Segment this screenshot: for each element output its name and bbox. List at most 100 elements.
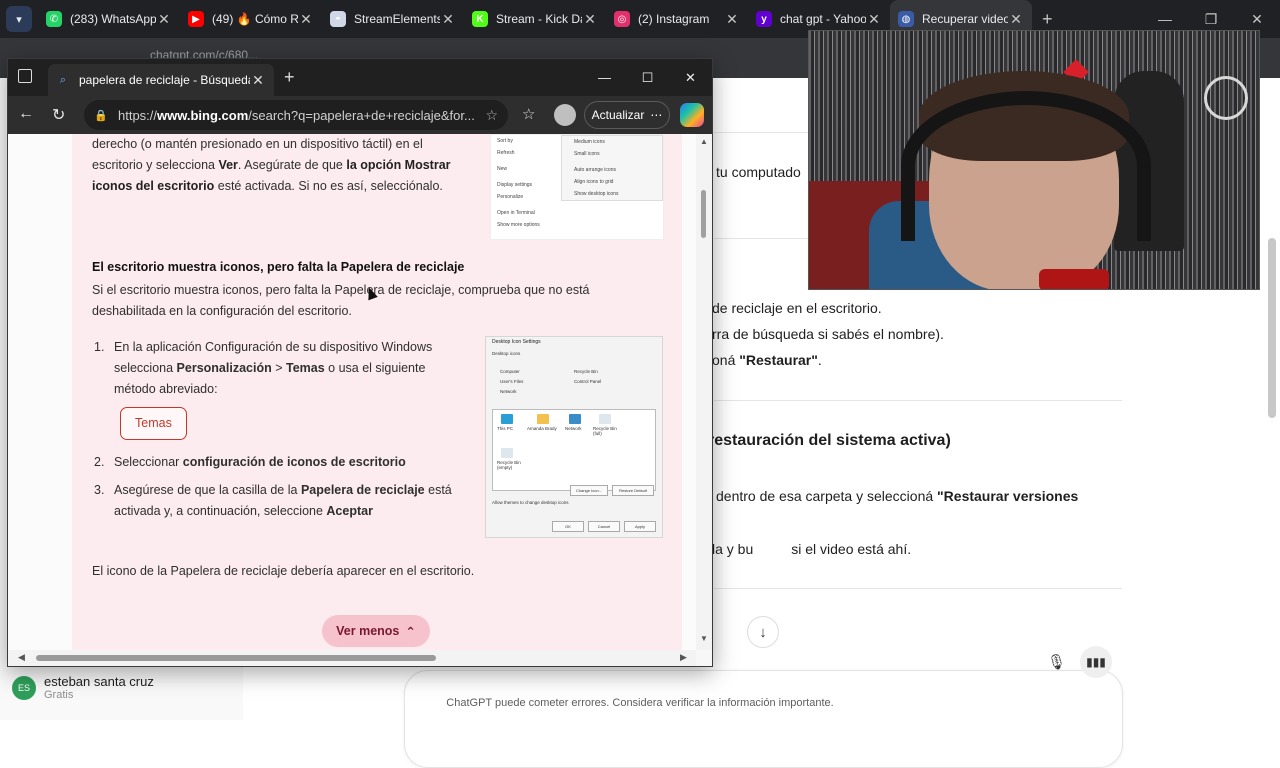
vertical-scrollbar[interactable]: ▲ ▼ xyxy=(696,134,712,650)
close-icon[interactable]: ✕ xyxy=(669,59,712,96)
close-tab-icon[interactable]: ✕ xyxy=(866,11,882,28)
edge-tab-title: papelera de reciclaje - Búsqueda xyxy=(79,73,250,87)
lock-icon: 🔒 xyxy=(94,109,108,122)
menu-item: Align icons to grid xyxy=(574,179,614,185)
address-bar[interactable]: 🔒 https://www.bing.com/search?q=papelera… xyxy=(84,100,508,130)
microphone-icon[interactable]: 🎙 xyxy=(1047,653,1066,671)
profile-avatar[interactable] xyxy=(554,104,576,126)
more-icon: ⋯ xyxy=(650,108,663,122)
dialog-title: Desktop Icon Settings xyxy=(492,339,541,345)
list-item: 2. Seleccionar configuración de iconos d… xyxy=(94,455,406,469)
copilot-icon[interactable] xyxy=(680,103,704,127)
user-name: esteban santa cruz xyxy=(44,674,154,689)
chat-line-3: rra de búsqueda si sabés el nombre). xyxy=(712,326,944,342)
scroll-right-icon[interactable]: ▶ xyxy=(680,652,687,663)
chatgpt-icon: ◍ xyxy=(898,11,914,27)
view-submenu-list: Medium icons Small icons Auto arrange icon… xyxy=(574,136,618,200)
update-label: Actualizar xyxy=(591,108,645,122)
scroll-up-icon[interactable]: ▲ xyxy=(700,137,708,146)
list-item: 1. En la aplicación Configuración de su … xyxy=(94,337,464,450)
chat-line-1: tu computado xyxy=(716,164,801,180)
dialog-label: Recycle Bin xyxy=(574,369,598,374)
close-tab-icon[interactable]: ✕ xyxy=(1008,11,1024,28)
outer-tab[interactable]: K Stream - Kick Da ✕ xyxy=(464,0,606,38)
icon-preview-box: This PC Amanda Brady Network Recycle Bin… xyxy=(492,409,656,491)
folder-icon xyxy=(537,414,549,424)
minimize-icon[interactable]: — xyxy=(583,59,626,96)
outer-tab[interactable]: ◓ StreamElements ✕ xyxy=(322,0,464,38)
favorites-icon[interactable]: ☆ xyxy=(522,105,535,123)
message-composer[interactable] xyxy=(404,670,1123,768)
close-tab-icon[interactable]: ✕ xyxy=(250,72,266,89)
context-menu-screenshot: Sort by Refresh New Display settings Persona… xyxy=(490,134,664,240)
search-icon: ⌕ xyxy=(59,73,67,86)
update-button[interactable]: Actualizar ⋯ xyxy=(584,101,670,129)
favorite-star-icon[interactable]: ☆ xyxy=(485,107,498,124)
close-tab-icon[interactable]: ✕ xyxy=(156,11,172,28)
scrollbar-thumb[interactable] xyxy=(36,655,436,661)
dialog-label: User's Files xyxy=(500,379,524,384)
apply-button: Apply xyxy=(624,521,656,532)
page-scrollbar[interactable] xyxy=(1268,238,1276,418)
scroll-down-button[interactable]: ↓ xyxy=(747,616,779,648)
dialog-checkbox-label: Allow themes to change desktop icons xyxy=(492,500,569,505)
new-tab-button[interactable]: + xyxy=(1042,9,1053,30)
this-pc-icon xyxy=(501,414,513,424)
scroll-left-icon[interactable]: ◀ xyxy=(18,652,25,663)
workspaces-icon[interactable] xyxy=(18,69,32,83)
chat-line-5: dentro de esa carpeta y seleccioná "Rest… xyxy=(716,488,1079,504)
edge-new-tab-button[interactable]: + xyxy=(284,67,295,88)
edge-tab-bing[interactable]: ⌕ papelera de reciclaje - Búsqueda ✕ xyxy=(48,64,274,96)
waveform-icon: ▮▮▮ xyxy=(1086,655,1106,669)
refresh-icon[interactable]: ↻ xyxy=(52,105,65,125)
menu-item: Sort by xyxy=(497,138,513,144)
outer-tab-title: Recuperar video xyxy=(922,12,1008,26)
maximize-icon[interactable]: ☐ xyxy=(626,59,669,96)
tab-search-icon[interactable]: ▾ xyxy=(6,6,32,32)
outer-tab-title: chat gpt - Yahoo xyxy=(780,12,866,26)
edge-title-bar: ⌕ papelera de reciclaje - Búsqueda ✕ + —… xyxy=(8,59,712,96)
webcam-overlay xyxy=(808,30,1260,290)
close-tab-icon[interactable]: ✕ xyxy=(440,11,456,28)
ver-menos-button[interactable]: Ver menos ⌃ xyxy=(322,615,430,647)
menu-item: Refresh xyxy=(497,150,515,156)
icon-caption: Amanda Brady xyxy=(527,426,557,431)
outer-tab-title: (2) Instagram xyxy=(638,12,710,26)
edge-window: ⌕ papelera de reciclaje - Búsqueda ✕ + —… xyxy=(7,58,713,667)
recycle-bin-icon xyxy=(599,414,611,424)
menu-item: Show desktop icons xyxy=(574,191,619,197)
scrollbar-thumb[interactable] xyxy=(701,190,706,238)
icon-caption: Recycle Bin (full) xyxy=(593,426,617,436)
chevron-up-icon: ⌃ xyxy=(405,624,416,639)
desktop-icon-settings-screenshot: Desktop Icon Settings Desktop icons Comp… xyxy=(485,336,663,538)
arrow-down-icon: ↓ xyxy=(759,623,767,641)
cancel-button: Cancel xyxy=(588,521,620,532)
outer-tab[interactable]: ✆ (283) WhatsApp ✕ xyxy=(38,0,180,38)
url-text: https://www.bing.com/search?q=papelera+d… xyxy=(118,107,475,123)
close-tab-icon[interactable]: ✕ xyxy=(724,11,740,28)
section-heading: El escritorio muestra iconos, pero falta… xyxy=(92,260,465,274)
menu-item: New xyxy=(497,166,508,172)
voice-mode-button[interactable]: ▮▮▮ xyxy=(1080,646,1112,678)
section-paragraph: Si el escritorio muestra iconos, pero fa… xyxy=(92,283,590,318)
horizontal-scrollbar[interactable]: ◀ ▶ xyxy=(8,650,696,666)
outer-tab[interactable]: ◎ (2) Instagram ✕ xyxy=(606,0,748,38)
outer-tab-title: Stream - Kick Da xyxy=(496,12,582,26)
dialog-label: Desktop icons xyxy=(492,351,521,356)
icon-caption: This PC xyxy=(497,426,514,431)
scroll-down-icon[interactable]: ▼ xyxy=(700,634,708,643)
dialog-label: Network xyxy=(500,389,517,394)
menu-item: Open in Terminal xyxy=(497,210,535,216)
menu-item: Display settings xyxy=(497,182,533,188)
view-submenu: Medium icons Small icons Auto arrange icon… xyxy=(561,135,663,201)
icon-caption: Network xyxy=(565,426,582,431)
back-arrow-icon[interactable]: ← xyxy=(18,105,34,123)
menu-item: Auto arrange icons xyxy=(574,167,616,173)
temas-button[interactable]: Temas xyxy=(120,407,187,440)
outer-tab[interactable]: ▶ (49) 🔥 Cómo R ✕ xyxy=(180,0,322,38)
chat-line-2: de reciclaje en el escritorio. xyxy=(712,300,882,316)
divider xyxy=(714,588,1122,589)
close-tab-icon[interactable]: ✕ xyxy=(582,11,598,28)
instruction-paragraph: derecho (o mantén presionado en un dispo… xyxy=(92,137,451,193)
close-tab-icon[interactable]: ✕ xyxy=(298,11,314,28)
